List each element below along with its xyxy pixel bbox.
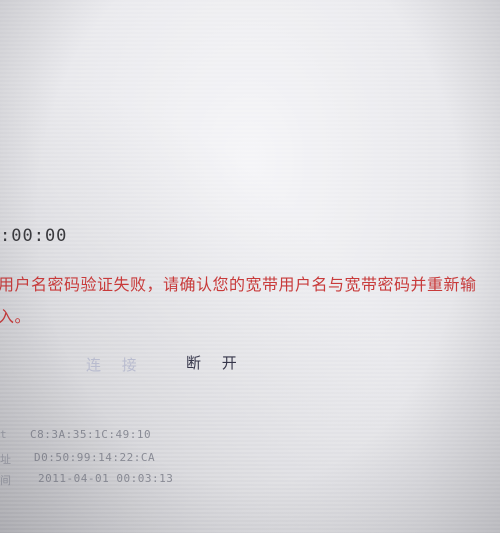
mac-address-value: C8:3A:35:1C:49:10: [30, 428, 152, 441]
connection-duration: :00:00: [0, 226, 68, 246]
connect-button[interactable]: 连 接: [86, 354, 145, 375]
router-status-screen: :00:00 用户名密码验证失败，请确认您的宽带用户名与宽带密码并重新输入。 连…: [0, 0, 500, 533]
detail-label: 址: [0, 453, 11, 466]
connection-actions: 连 接 断 开: [0, 350, 500, 380]
timestamp-value: 2011-04-01 00:03:13: [38, 472, 174, 485]
disconnect-button[interactable]: 断 开: [186, 352, 245, 373]
auth-error-message: 用户名密码验证失败，请确认您的宽带用户名与宽带密码并重新输入。: [0, 275, 477, 326]
detail-label: t: [0, 428, 7, 441]
connection-status-panel: :00:00 用户名密码验证失败，请确认您的宽带用户名与宽带密码并重新输入。 连…: [0, 0, 500, 533]
detail-label: 间: [0, 474, 11, 487]
gateway-mac-value: D0:50:99:14:22:CA: [34, 451, 156, 464]
